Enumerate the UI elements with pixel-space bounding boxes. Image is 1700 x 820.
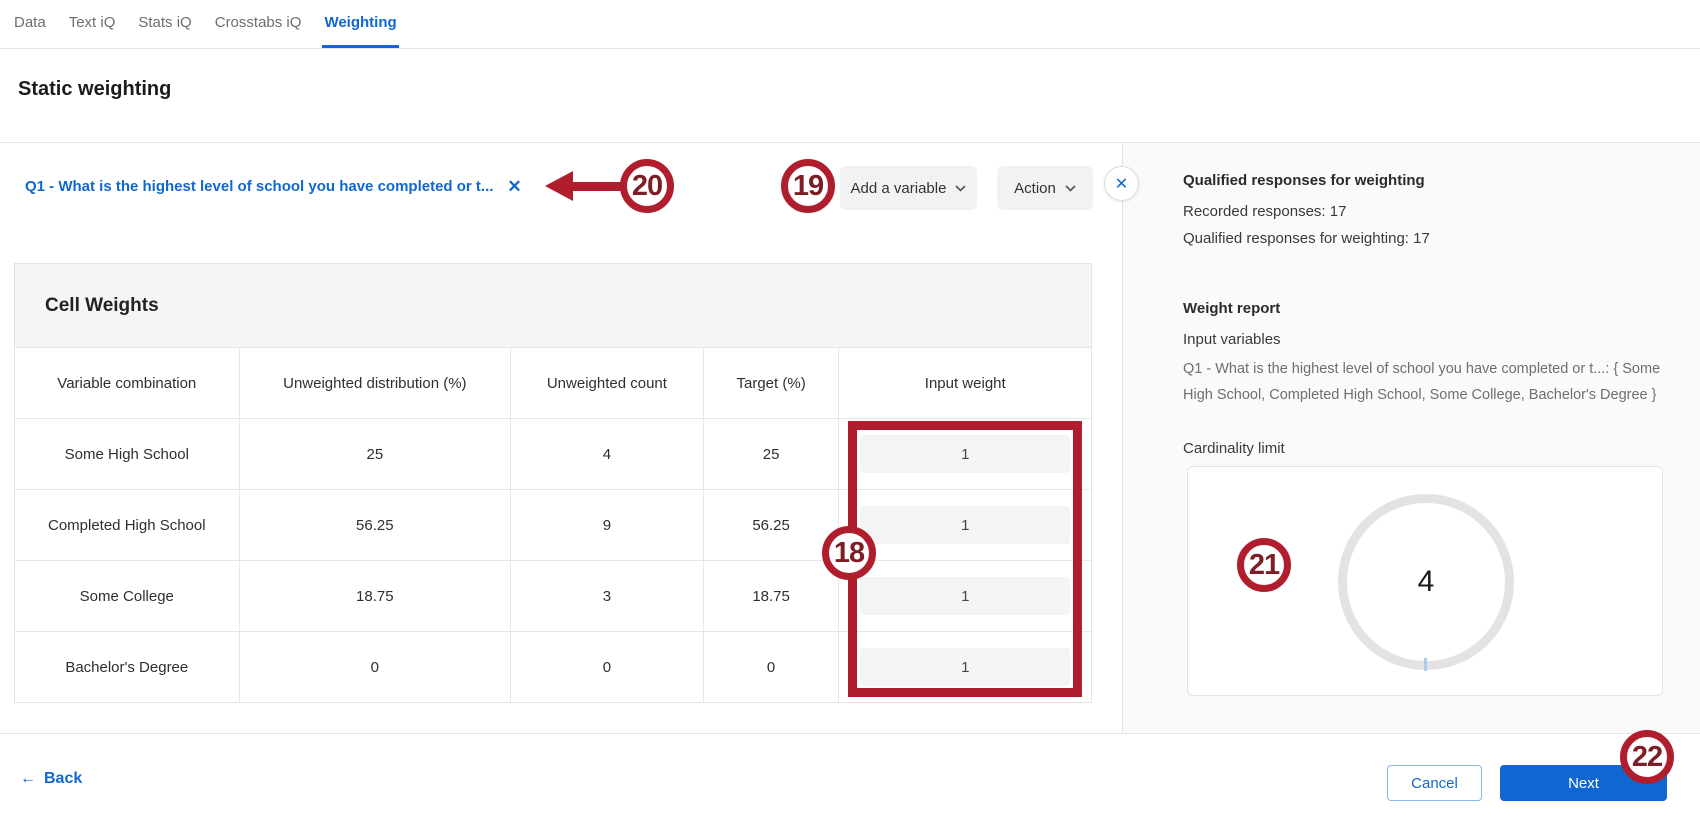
- add-a-variable-label: Add a variable: [850, 179, 947, 197]
- table-row: Some College 18.75 3 18.75: [15, 560, 1091, 631]
- back-link[interactable]: ← Back: [20, 770, 82, 788]
- table-row: Bachelor's Degree 0 0 0: [15, 631, 1091, 702]
- weight-report-heading: Weight report: [1183, 300, 1281, 317]
- annotation-21: 21: [1237, 538, 1291, 592]
- input-weight-cell: [838, 490, 1091, 560]
- target-cell: 56.25: [702, 490, 839, 560]
- variable-combination-cell: Completed High School: [47, 516, 206, 534]
- target-cell: 0: [702, 632, 839, 702]
- recorded-responses-line: Recorded responses: 17: [1183, 203, 1347, 220]
- unweighted-count-cell: 0: [510, 632, 703, 702]
- input-weight-cell: [838, 561, 1091, 631]
- qualified-responses-heading: Qualified responses for weighting: [1183, 172, 1425, 189]
- action-button[interactable]: Action: [997, 166, 1093, 210]
- action-label: Action: [1014, 179, 1056, 197]
- tab-data[interactable]: Data: [12, 0, 48, 48]
- table-title: Cell Weights: [15, 264, 1091, 348]
- top-tab-bar: Data Text iQ Stats iQ Crosstabs iQ Weigh…: [0, 0, 1700, 49]
- selected-variable-chip: Q1 - What is the highest level of school…: [25, 165, 522, 207]
- column-header: Input weight: [838, 348, 1091, 418]
- cancel-button[interactable]: Cancel: [1387, 765, 1482, 801]
- cardinality-gauge: 4: [1338, 494, 1514, 671]
- variable-combination-cell: Some College: [79, 587, 174, 605]
- annotation-18: 18: [822, 526, 876, 580]
- tab-crosstabs-iq[interactable]: Crosstabs iQ: [213, 0, 304, 48]
- chevron-down-icon: [1065, 184, 1076, 192]
- annotation-22: 22: [1620, 730, 1674, 784]
- column-header: Target (%): [702, 348, 839, 418]
- close-panel-button[interactable]: ✕: [1104, 166, 1139, 201]
- annotation-20: 20: [620, 159, 674, 213]
- tab-stats-iq[interactable]: Stats iQ: [136, 0, 193, 48]
- unweighted-distribution-cell: 0: [238, 632, 511, 702]
- column-header: Variable combination: [57, 374, 197, 392]
- unweighted-distribution-cell: 56.25: [238, 490, 511, 560]
- cell-weights-table: Cell Weights Variable combination Unweig…: [14, 263, 1092, 703]
- table-header-row: Variable combination Unweighted distribu…: [15, 348, 1091, 418]
- target-cell: 18.75: [702, 561, 839, 631]
- annotation-19: 19: [781, 159, 835, 213]
- back-label: Back: [44, 770, 83, 787]
- input-weight-cell: [838, 419, 1091, 489]
- variable-combination-cell: Some High School: [64, 445, 189, 463]
- unweighted-count-cell: 9: [510, 490, 703, 560]
- input-variable-detail: Q1 - What is the highest level of school…: [1183, 361, 1661, 403]
- annotation-arrow-20: [545, 171, 573, 201]
- static-weighting-page: Data Text iQ Stats iQ Crosstabs iQ Weigh…: [0, 0, 1700, 820]
- input-weight-cell: [838, 632, 1091, 702]
- cardinality-limit-label: Cardinality limit: [1183, 440, 1285, 457]
- add-a-variable-button[interactable]: Add a variable: [840, 166, 977, 210]
- target-cell: 25: [702, 419, 839, 489]
- gauge-tick: [1424, 658, 1427, 671]
- input-weight-field[interactable]: [860, 506, 1071, 544]
- unweighted-count-cell: 3: [510, 561, 703, 631]
- close-icon: ✕: [1114, 175, 1129, 193]
- input-weight-field[interactable]: [860, 648, 1071, 686]
- chevron-down-icon: [955, 184, 967, 192]
- table-row: Completed High School 56.25 9 56.25: [15, 489, 1091, 560]
- column-header: Unweighted distribution (%): [238, 348, 511, 418]
- unweighted-count-cell: 4: [510, 419, 703, 489]
- input-weight-field[interactable]: [860, 577, 1071, 615]
- page-header: Static weighting: [0, 49, 1700, 143]
- tab-text-iq[interactable]: Text iQ: [67, 0, 118, 48]
- remove-variable-icon[interactable]: ✕: [507, 178, 521, 195]
- footer-bar: ← Back Cancel Next: [0, 733, 1700, 820]
- table-row: Some High School 25 4 25: [15, 418, 1091, 489]
- selected-variable-label[interactable]: Q1 - What is the highest level of school…: [25, 178, 493, 195]
- unweighted-distribution-cell: 18.75: [238, 561, 511, 631]
- qualified-responses-line: Qualified responses for weighting: 17: [1183, 230, 1430, 247]
- cardinality-value: 4: [1417, 565, 1435, 598]
- main-content: Q1 - What is the highest level of school…: [0, 143, 1700, 733]
- input-weight-field[interactable]: [860, 435, 1071, 473]
- variable-combination-cell: Bachelor's Degree: [65, 658, 189, 676]
- annotation-arrow-20-shaft: [570, 182, 623, 191]
- column-header: Unweighted count: [510, 348, 703, 418]
- back-arrow-icon: ←: [20, 770, 36, 787]
- unweighted-distribution-cell: 25: [238, 419, 511, 489]
- input-variables-label: Input variables: [1183, 331, 1281, 348]
- page-title: Static weighting: [18, 78, 172, 100]
- tab-weighting[interactable]: Weighting: [322, 0, 399, 48]
